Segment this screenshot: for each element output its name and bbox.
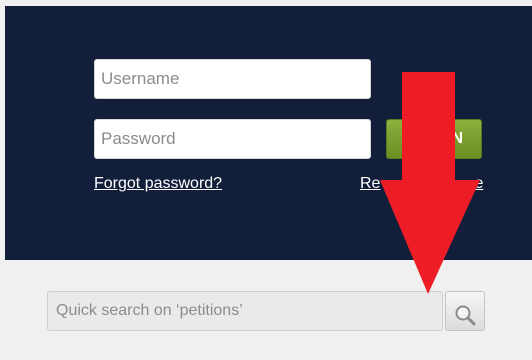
- forgot-password-link[interactable]: Forgot password?: [94, 175, 222, 193]
- register-link-text-left: Re: [360, 175, 381, 192]
- quick-search-input[interactable]: [47, 291, 443, 331]
- register-link-text-right: e: [474, 175, 484, 192]
- username-field[interactable]: [94, 59, 371, 99]
- search-icon: [455, 305, 476, 325]
- login-button[interactable]: N: [386, 119, 482, 159]
- search-button[interactable]: [445, 291, 485, 331]
- register-link[interactable]: Re e: [360, 175, 483, 193]
- password-field[interactable]: [94, 119, 371, 159]
